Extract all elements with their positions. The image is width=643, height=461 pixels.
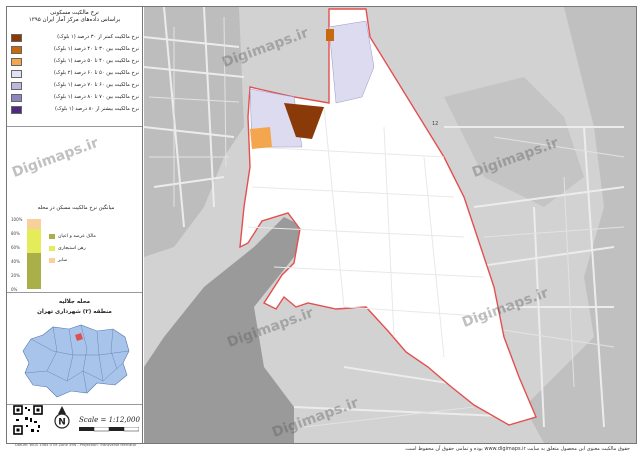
legend-label: نرخ مالکیت بین ۳۰ تا ۴۰ درصد (۱ بلوک) xyxy=(53,46,139,52)
axis-tick-label: 80% xyxy=(11,231,20,236)
legend-subtitle: براساس داده‌های مرکز آمار ایران ۱۳۹۵ xyxy=(28,17,121,23)
chart-legend-label: سایر xyxy=(58,258,68,263)
location-subtitle: منطقه (۲) شهرداری تهران xyxy=(37,309,112,315)
legend-item: نرخ مالکیت بین ۵۰ تا ۶۰ درصد (۲ بلوک) xyxy=(11,69,139,78)
axis-tick-label: 20% xyxy=(11,273,20,278)
chart-legend-swatch xyxy=(49,246,55,251)
legend-item: نرخ مالکیت کمتر از ۳۰ درصد (۱ بلوک) xyxy=(11,33,139,42)
legend-swatch xyxy=(11,82,22,90)
chart-title: میانگین نرخ مالکیت مسکن در محله xyxy=(37,205,115,211)
legend-swatch xyxy=(11,94,22,102)
legend-label: نرخ مالکیت بیشتر از ۸۰ درصد (۱ بلوک) xyxy=(55,106,139,112)
qr-code-icon xyxy=(13,405,43,435)
legend-label: نرخ مالکیت بین ۷۰ تا ۸۰ درصد (۱ بلوک) xyxy=(53,94,139,100)
copyright-notice: حقوق مالکیت معنوی این محصول متعلق به سای… xyxy=(404,446,630,452)
chart-legend-item: رهن استیجاری xyxy=(49,245,139,253)
legend-section: نرخ مالکیت مسکونی براساس داده‌های مرکز آ… xyxy=(7,7,142,127)
legend-swatch xyxy=(11,106,22,114)
north-arrow-icon: N xyxy=(54,406,70,429)
legend-label: نرخ مالکیت کمتر از ۳۰ درصد (۱ بلوک) xyxy=(57,34,139,40)
chart-legend-label: رهن استیجاری xyxy=(58,246,86,251)
bar-segment xyxy=(27,228,41,253)
tehran-locator-map xyxy=(22,324,130,398)
map-canvas: 12 xyxy=(144,7,636,443)
legend-item: نرخ مالکیت بین ۶۰ تا ۷۰ درصد (۱ بلوک) xyxy=(11,81,139,90)
chart-section: میانگین نرخ مالکیت مسکن در محله 100% 80% 6… xyxy=(7,127,142,293)
chart-legend-swatch xyxy=(49,258,55,263)
legend-label: نرخ مالکیت بین ۴۰ تا ۵۰ درصد (۱ بلوک) xyxy=(53,58,139,64)
legend-swatch xyxy=(11,34,22,42)
map-scale: Scale = 1:12,000 xyxy=(79,416,140,424)
projection-note: Datum: WGS 1984 UTM Zone 39N - Projectio… xyxy=(15,443,137,447)
bar-segment xyxy=(27,219,41,229)
block-rate-30-40 xyxy=(326,29,334,41)
map-district-label: 12 xyxy=(432,121,438,127)
scale-bar xyxy=(79,427,139,432)
neighborhood-map: 12 xyxy=(144,7,636,443)
legend-panel: نرخ مالکیت مسکونی براساس داده‌های مرکز آ… xyxy=(7,7,143,447)
axis-tick-label: 0% xyxy=(11,287,18,292)
bar-segment xyxy=(27,252,41,289)
axis-tick-label: 60% xyxy=(11,245,20,250)
legend-item: نرخ مالکیت بین ۷۰ تا ۸۰ درصد (۱ بلوک) xyxy=(11,93,139,102)
legend-item: نرخ مالکیت بین ۴۰ تا ۵۰ درصد (۱ بلوک) xyxy=(11,57,139,66)
legend-item: نرخ مالکیت بین ۳۰ تا ۴۰ درصد (۱ بلوک) xyxy=(11,45,139,54)
location-section: محله جلالیه منطقه (۲) شهرداری تهران xyxy=(7,293,142,405)
axis-tick-label: 40% xyxy=(11,259,20,264)
chart-legend-item: سایر xyxy=(49,257,139,265)
legend-swatch xyxy=(11,70,22,78)
legend-swatch xyxy=(11,58,22,66)
location-title: محله جلالیه xyxy=(58,299,91,305)
legend-label: نرخ مالکیت بین ۵۰ تا ۶۰ درصد (۲ بلوک) xyxy=(53,70,139,76)
chart-legend-item: مالک عرصه و اعیان xyxy=(49,233,139,241)
legend-swatch xyxy=(11,46,22,54)
north-letter: N xyxy=(58,418,66,428)
chart-legend-label: مالک عرصه و اعیان xyxy=(58,234,96,239)
block-rate-40-50 xyxy=(250,127,272,149)
legend-label: نرخ مالکیت بین ۶۰ تا ۷۰ درصد (۱ بلوک) xyxy=(53,82,139,88)
legend-item: نرخ مالکیت بیشتر از ۸۰ درصد (۱ بلوک) xyxy=(11,105,139,114)
chart-legend-swatch xyxy=(49,234,55,239)
legend-title: نرخ مالکیت مسکونی xyxy=(50,10,99,16)
axis-tick-label: 100% xyxy=(11,217,23,222)
